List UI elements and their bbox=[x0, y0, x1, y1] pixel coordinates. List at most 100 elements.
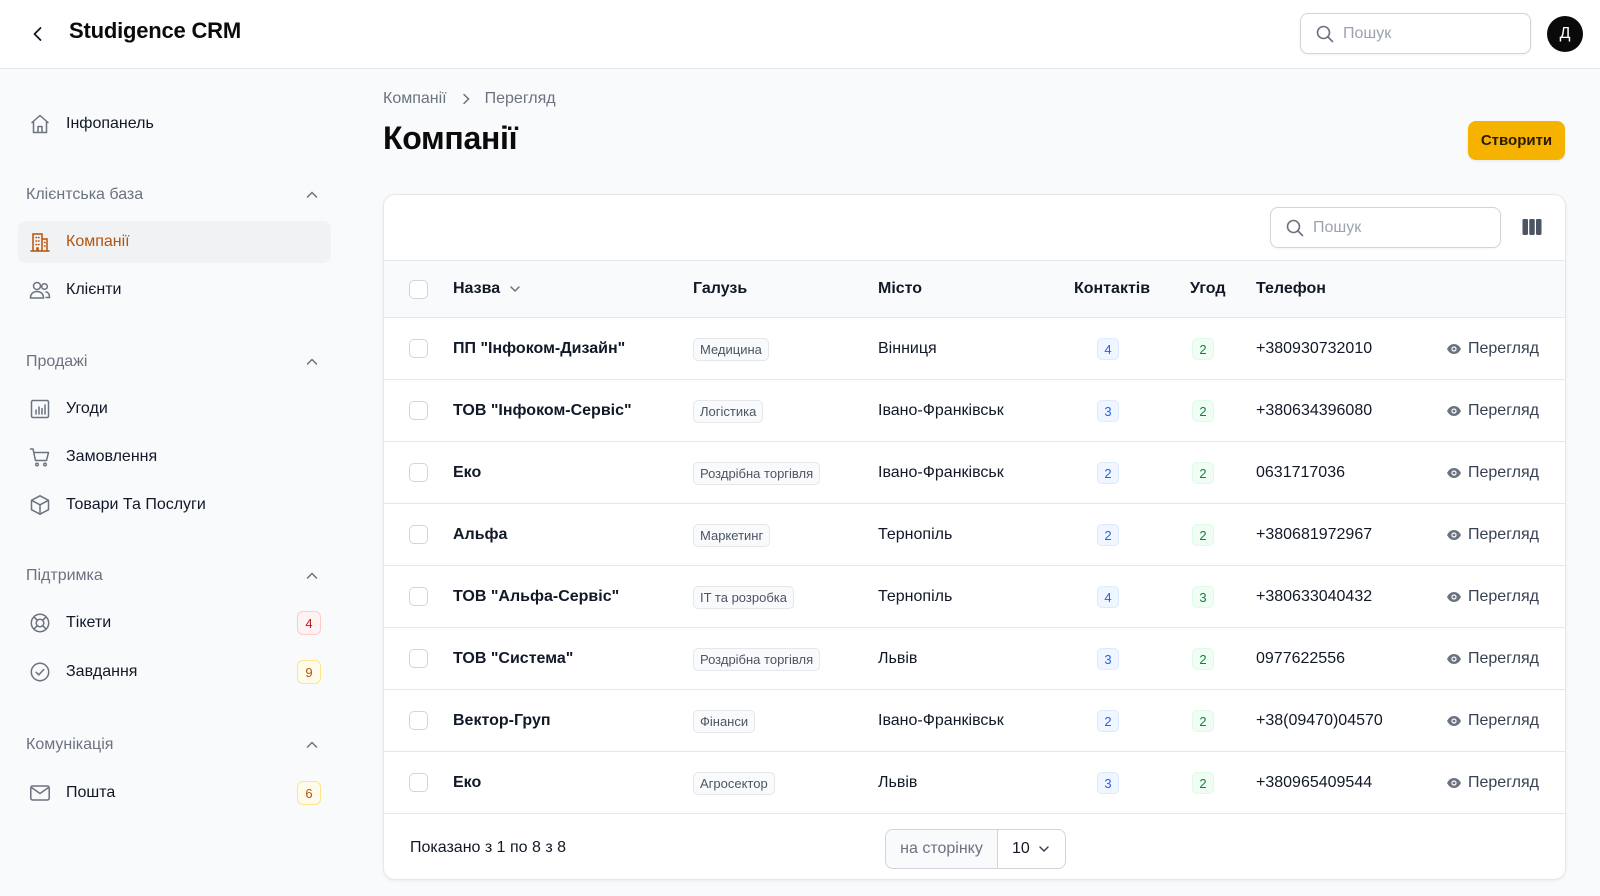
group-support-toggle[interactable]: Підтримка bbox=[26, 564, 322, 588]
search-icon bbox=[1286, 219, 1304, 236]
group-sales-toggle[interactable]: Продажі bbox=[26, 350, 322, 374]
row-checkbox[interactable] bbox=[409, 463, 428, 482]
global-search[interactable] bbox=[1300, 13, 1531, 54]
industry-tag: Роздрібна торгівля bbox=[693, 461, 821, 485]
company-name: Вектор-Груп bbox=[453, 712, 551, 729]
table-row: Еко Роздрібна торгівля Івано-Франківськ … bbox=[384, 442, 1565, 504]
contacts-count-badge: 3 bbox=[1097, 772, 1119, 794]
back-button[interactable] bbox=[24, 20, 52, 48]
view-link[interactable]: Перегляд bbox=[1446, 380, 1539, 442]
table-search[interactable] bbox=[1270, 207, 1501, 248]
sidebar-item-label: Інфопанель bbox=[66, 115, 154, 132]
lifebuoy-icon bbox=[28, 611, 52, 635]
deals-cell: 2 bbox=[1190, 690, 1216, 752]
column-header-name-label: Назва bbox=[453, 280, 501, 297]
eye-icon bbox=[1446, 527, 1462, 543]
deals-cell: 2 bbox=[1190, 504, 1216, 566]
toggle-columns-button[interactable] bbox=[1520, 215, 1544, 239]
user-avatar[interactable]: Д bbox=[1547, 16, 1583, 52]
phone-cell: +380633040432 bbox=[1256, 588, 1373, 605]
city-cell: Львів bbox=[878, 774, 918, 791]
industry-tag: Роздрібна торгівля bbox=[693, 647, 821, 671]
deals-count-badge: 3 bbox=[1192, 586, 1214, 608]
phone-cell: +380634396080 bbox=[1256, 402, 1373, 419]
table-search-input[interactable] bbox=[1313, 218, 1493, 237]
search-icon bbox=[1316, 25, 1334, 42]
industry-tag: IT та розробка bbox=[693, 585, 794, 609]
view-link[interactable]: Перегляд bbox=[1446, 318, 1539, 380]
view-link-label: Перегляд bbox=[1468, 712, 1540, 729]
view-link-label: Перегляд bbox=[1468, 340, 1540, 357]
industry-cell: Медицина bbox=[693, 318, 769, 380]
view-link[interactable]: Перегляд bbox=[1446, 442, 1539, 504]
chevron-up-icon bbox=[306, 358, 318, 365]
column-header-city: Місто bbox=[878, 280, 923, 297]
phone-cell: 0977622556 bbox=[1256, 650, 1345, 667]
sidebar-item-orders[interactable]: Замовлення bbox=[18, 436, 331, 478]
sidebar-item-products[interactable]: Товари Та Послуги bbox=[18, 484, 331, 526]
box-icon bbox=[28, 493, 52, 517]
breadcrumb: Компанії Перегляд bbox=[383, 90, 556, 108]
phone-cell: 0631717036 bbox=[1256, 464, 1345, 481]
select-all-checkbox[interactable] bbox=[409, 280, 428, 299]
sidebar-item-label: Клієнти bbox=[66, 281, 122, 298]
sidebar-item-mail[interactable]: Пошта 6 bbox=[18, 772, 331, 814]
create-button[interactable]: Створити bbox=[1468, 121, 1565, 160]
eye-icon bbox=[1446, 465, 1462, 481]
contacts-cell: 3 bbox=[1094, 628, 1122, 690]
sidebar-item-companies[interactable]: Компанії bbox=[18, 221, 331, 263]
view-link-label: Перегляд bbox=[1468, 774, 1540, 791]
view-link[interactable]: Перегляд bbox=[1446, 504, 1539, 566]
view-link[interactable]: Перегляд bbox=[1446, 690, 1539, 752]
group-support-title: Підтримка bbox=[26, 567, 103, 584]
industry-cell: Агросектор bbox=[693, 752, 775, 814]
company-name: ТОВ "Альфа-Сервіс" bbox=[453, 588, 620, 605]
view-link[interactable]: Перегляд bbox=[1446, 628, 1539, 690]
industry-tag: Фінанси bbox=[693, 709, 756, 733]
row-checkbox[interactable] bbox=[409, 649, 428, 668]
breadcrumb-link-companies[interactable]: Компанії bbox=[383, 90, 447, 108]
view-link[interactable]: Перегляд bbox=[1446, 752, 1539, 814]
global-search-input[interactable] bbox=[1343, 24, 1523, 43]
building-icon bbox=[28, 230, 52, 254]
table-row: ТОВ "Система" Роздрібна торгівля Львів 3… bbox=[384, 628, 1565, 690]
breadcrumb-current: Перегляд bbox=[484, 90, 556, 107]
eye-icon bbox=[1446, 713, 1462, 729]
contacts-cell: 2 bbox=[1094, 442, 1122, 504]
check-circle-icon bbox=[28, 660, 52, 684]
deals-cell: 2 bbox=[1190, 442, 1216, 504]
phone-cell: +380681972967 bbox=[1256, 526, 1373, 543]
sidebar-item-tasks[interactable]: Завдання 9 bbox=[18, 651, 331, 693]
row-checkbox[interactable] bbox=[409, 339, 428, 358]
eye-icon bbox=[1446, 775, 1462, 791]
row-checkbox[interactable] bbox=[409, 587, 428, 606]
industry-cell: Роздрібна торгівля bbox=[693, 628, 821, 690]
tickets-count-badge: 4 bbox=[297, 611, 321, 635]
tasks-count-badge: 9 bbox=[297, 660, 321, 684]
view-link[interactable]: Перегляд bbox=[1446, 566, 1539, 628]
group-clients-toggle[interactable]: Клієнтська база bbox=[26, 183, 322, 207]
sidebar-item-tickets[interactable]: Тікети 4 bbox=[18, 602, 331, 644]
sidebar-item-deals[interactable]: Угоди bbox=[18, 388, 331, 430]
sidebar-item-clients[interactable]: Клієнти bbox=[18, 269, 331, 311]
company-name: ПП "Інфоком-Дизайн" bbox=[453, 340, 626, 357]
sidebar-item-label: Замовлення bbox=[66, 448, 158, 465]
view-link-label: Перегляд bbox=[1468, 650, 1540, 667]
industry-cell: Роздрібна торгівля bbox=[693, 442, 821, 504]
sidebar-item-dashboard[interactable]: Інфопанель bbox=[18, 103, 331, 145]
contacts-cell: 4 bbox=[1094, 566, 1122, 628]
column-header-name[interactable]: Назва bbox=[453, 280, 522, 298]
row-checkbox[interactable] bbox=[409, 525, 428, 544]
deals-count-badge: 2 bbox=[1192, 710, 1214, 732]
group-comms-toggle[interactable]: Комунікація bbox=[26, 733, 322, 757]
row-checkbox[interactable] bbox=[409, 401, 428, 420]
per-page-select[interactable]: 10 bbox=[998, 830, 1065, 868]
chevron-down-icon bbox=[1039, 846, 1049, 853]
view-link-label: Перегляд bbox=[1468, 402, 1540, 419]
deals-count-badge: 2 bbox=[1192, 524, 1214, 546]
row-checkbox[interactable] bbox=[409, 773, 428, 792]
row-checkbox[interactable] bbox=[409, 711, 428, 730]
company-name: Еко bbox=[453, 464, 482, 481]
column-header-contacts: Контактів bbox=[1074, 280, 1151, 297]
industry-tag: Агросектор bbox=[693, 771, 775, 795]
